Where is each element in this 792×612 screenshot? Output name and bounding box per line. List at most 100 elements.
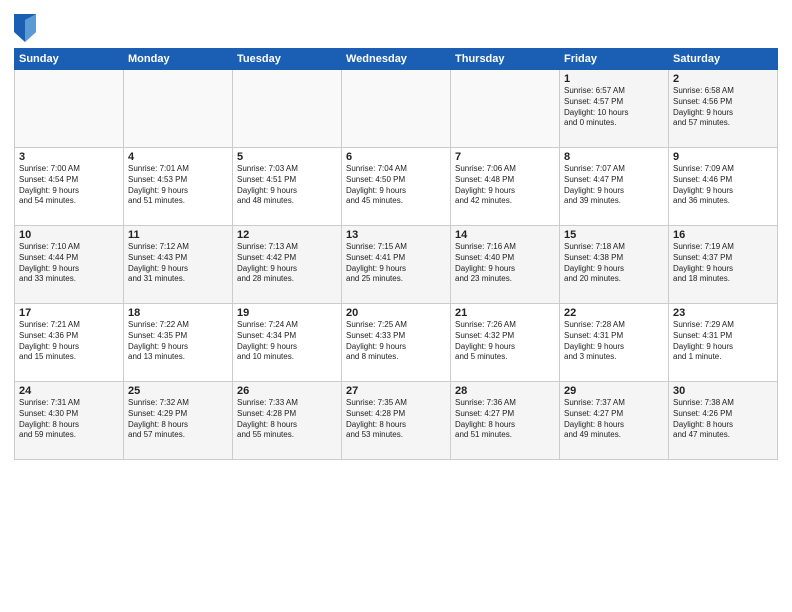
day-header-thursday: Thursday <box>451 49 560 70</box>
calendar-cell: 27Sunrise: 7:35 AM Sunset: 4:28 PM Dayli… <box>342 382 451 460</box>
day-info: Sunrise: 7:09 AM Sunset: 4:46 PM Dayligh… <box>673 164 773 207</box>
week-row-4: 17Sunrise: 7:21 AM Sunset: 4:36 PM Dayli… <box>15 304 778 382</box>
day-number: 21 <box>455 307 555 319</box>
day-info: Sunrise: 7:28 AM Sunset: 4:31 PM Dayligh… <box>564 320 664 363</box>
day-number: 22 <box>564 307 664 319</box>
calendar-cell: 25Sunrise: 7:32 AM Sunset: 4:29 PM Dayli… <box>124 382 233 460</box>
week-row-3: 10Sunrise: 7:10 AM Sunset: 4:44 PM Dayli… <box>15 226 778 304</box>
day-number: 28 <box>455 385 555 397</box>
calendar-cell: 18Sunrise: 7:22 AM Sunset: 4:35 PM Dayli… <box>124 304 233 382</box>
header-row: SundayMondayTuesdayWednesdayThursdayFrid… <box>15 49 778 70</box>
day-number: 6 <box>346 151 446 163</box>
day-info: Sunrise: 6:58 AM Sunset: 4:56 PM Dayligh… <box>673 86 773 129</box>
day-info: Sunrise: 7:03 AM Sunset: 4:51 PM Dayligh… <box>237 164 337 207</box>
calendar-cell: 19Sunrise: 7:24 AM Sunset: 4:34 PM Dayli… <box>233 304 342 382</box>
calendar-cell: 7Sunrise: 7:06 AM Sunset: 4:48 PM Daylig… <box>451 148 560 226</box>
calendar-cell: 30Sunrise: 7:38 AM Sunset: 4:26 PM Dayli… <box>669 382 778 460</box>
calendar-cell: 24Sunrise: 7:31 AM Sunset: 4:30 PM Dayli… <box>15 382 124 460</box>
day-info: Sunrise: 7:19 AM Sunset: 4:37 PM Dayligh… <box>673 242 773 285</box>
day-number: 18 <box>128 307 228 319</box>
day-number: 8 <box>564 151 664 163</box>
day-number: 30 <box>673 385 773 397</box>
day-info: Sunrise: 7:31 AM Sunset: 4:30 PM Dayligh… <box>19 398 119 441</box>
calendar-cell <box>15 70 124 148</box>
calendar-cell: 6Sunrise: 7:04 AM Sunset: 4:50 PM Daylig… <box>342 148 451 226</box>
day-number: 13 <box>346 229 446 241</box>
day-header-monday: Monday <box>124 49 233 70</box>
calendar-cell: 23Sunrise: 7:29 AM Sunset: 4:31 PM Dayli… <box>669 304 778 382</box>
day-info: Sunrise: 7:15 AM Sunset: 4:41 PM Dayligh… <box>346 242 446 285</box>
day-number: 12 <box>237 229 337 241</box>
day-number: 7 <box>455 151 555 163</box>
calendar-cell: 22Sunrise: 7:28 AM Sunset: 4:31 PM Dayli… <box>560 304 669 382</box>
calendar-cell <box>233 70 342 148</box>
day-header-tuesday: Tuesday <box>233 49 342 70</box>
day-info: Sunrise: 7:38 AM Sunset: 4:26 PM Dayligh… <box>673 398 773 441</box>
day-number: 1 <box>564 73 664 85</box>
day-info: Sunrise: 7:01 AM Sunset: 4:53 PM Dayligh… <box>128 164 228 207</box>
calendar-cell: 13Sunrise: 7:15 AM Sunset: 4:41 PM Dayli… <box>342 226 451 304</box>
page: SundayMondayTuesdayWednesdayThursdayFrid… <box>0 0 792 612</box>
day-number: 5 <box>237 151 337 163</box>
day-info: Sunrise: 7:13 AM Sunset: 4:42 PM Dayligh… <box>237 242 337 285</box>
day-number: 24 <box>19 385 119 397</box>
calendar-cell: 2Sunrise: 6:58 AM Sunset: 4:56 PM Daylig… <box>669 70 778 148</box>
day-info: Sunrise: 7:33 AM Sunset: 4:28 PM Dayligh… <box>237 398 337 441</box>
day-number: 29 <box>564 385 664 397</box>
calendar-cell: 5Sunrise: 7:03 AM Sunset: 4:51 PM Daylig… <box>233 148 342 226</box>
day-number: 11 <box>128 229 228 241</box>
day-number: 16 <box>673 229 773 241</box>
day-info: Sunrise: 7:24 AM Sunset: 4:34 PM Dayligh… <box>237 320 337 363</box>
calendar-cell: 11Sunrise: 7:12 AM Sunset: 4:43 PM Dayli… <box>124 226 233 304</box>
calendar-cell: 20Sunrise: 7:25 AM Sunset: 4:33 PM Dayli… <box>342 304 451 382</box>
day-info: Sunrise: 7:10 AM Sunset: 4:44 PM Dayligh… <box>19 242 119 285</box>
week-row-5: 24Sunrise: 7:31 AM Sunset: 4:30 PM Dayli… <box>15 382 778 460</box>
calendar-cell: 8Sunrise: 7:07 AM Sunset: 4:47 PM Daylig… <box>560 148 669 226</box>
day-header-wednesday: Wednesday <box>342 49 451 70</box>
day-info: Sunrise: 7:26 AM Sunset: 4:32 PM Dayligh… <box>455 320 555 363</box>
day-number: 9 <box>673 151 773 163</box>
calendar-table: SundayMondayTuesdayWednesdayThursdayFrid… <box>14 48 778 460</box>
calendar-cell: 4Sunrise: 7:01 AM Sunset: 4:53 PM Daylig… <box>124 148 233 226</box>
calendar-cell: 28Sunrise: 7:36 AM Sunset: 4:27 PM Dayli… <box>451 382 560 460</box>
logo-icon <box>14 14 36 42</box>
calendar-cell <box>451 70 560 148</box>
day-number: 19 <box>237 307 337 319</box>
day-number: 25 <box>128 385 228 397</box>
week-row-2: 3Sunrise: 7:00 AM Sunset: 4:54 PM Daylig… <box>15 148 778 226</box>
day-header-saturday: Saturday <box>669 49 778 70</box>
day-info: Sunrise: 7:07 AM Sunset: 4:47 PM Dayligh… <box>564 164 664 207</box>
day-header-friday: Friday <box>560 49 669 70</box>
header <box>14 10 778 42</box>
day-info: Sunrise: 7:00 AM Sunset: 4:54 PM Dayligh… <box>19 164 119 207</box>
day-number: 3 <box>19 151 119 163</box>
day-number: 14 <box>455 229 555 241</box>
day-number: 2 <box>673 73 773 85</box>
calendar-cell: 21Sunrise: 7:26 AM Sunset: 4:32 PM Dayli… <box>451 304 560 382</box>
calendar-cell: 1Sunrise: 6:57 AM Sunset: 4:57 PM Daylig… <box>560 70 669 148</box>
calendar-cell: 26Sunrise: 7:33 AM Sunset: 4:28 PM Dayli… <box>233 382 342 460</box>
day-info: Sunrise: 6:57 AM Sunset: 4:57 PM Dayligh… <box>564 86 664 129</box>
day-info: Sunrise: 7:18 AM Sunset: 4:38 PM Dayligh… <box>564 242 664 285</box>
day-number: 10 <box>19 229 119 241</box>
day-info: Sunrise: 7:32 AM Sunset: 4:29 PM Dayligh… <box>128 398 228 441</box>
calendar-cell: 16Sunrise: 7:19 AM Sunset: 4:37 PM Dayli… <box>669 226 778 304</box>
day-info: Sunrise: 7:29 AM Sunset: 4:31 PM Dayligh… <box>673 320 773 363</box>
calendar-cell: 14Sunrise: 7:16 AM Sunset: 4:40 PM Dayli… <box>451 226 560 304</box>
week-row-1: 1Sunrise: 6:57 AM Sunset: 4:57 PM Daylig… <box>15 70 778 148</box>
calendar-cell: 12Sunrise: 7:13 AM Sunset: 4:42 PM Dayli… <box>233 226 342 304</box>
calendar-cell: 15Sunrise: 7:18 AM Sunset: 4:38 PM Dayli… <box>560 226 669 304</box>
day-header-sunday: Sunday <box>15 49 124 70</box>
calendar-cell: 29Sunrise: 7:37 AM Sunset: 4:27 PM Dayli… <box>560 382 669 460</box>
day-info: Sunrise: 7:36 AM Sunset: 4:27 PM Dayligh… <box>455 398 555 441</box>
calendar-cell <box>124 70 233 148</box>
day-number: 23 <box>673 307 773 319</box>
day-number: 4 <box>128 151 228 163</box>
logo <box>14 14 40 42</box>
day-info: Sunrise: 7:21 AM Sunset: 4:36 PM Dayligh… <box>19 320 119 363</box>
day-info: Sunrise: 7:12 AM Sunset: 4:43 PM Dayligh… <box>128 242 228 285</box>
day-number: 20 <box>346 307 446 319</box>
day-info: Sunrise: 7:22 AM Sunset: 4:35 PM Dayligh… <box>128 320 228 363</box>
day-number: 17 <box>19 307 119 319</box>
day-info: Sunrise: 7:37 AM Sunset: 4:27 PM Dayligh… <box>564 398 664 441</box>
